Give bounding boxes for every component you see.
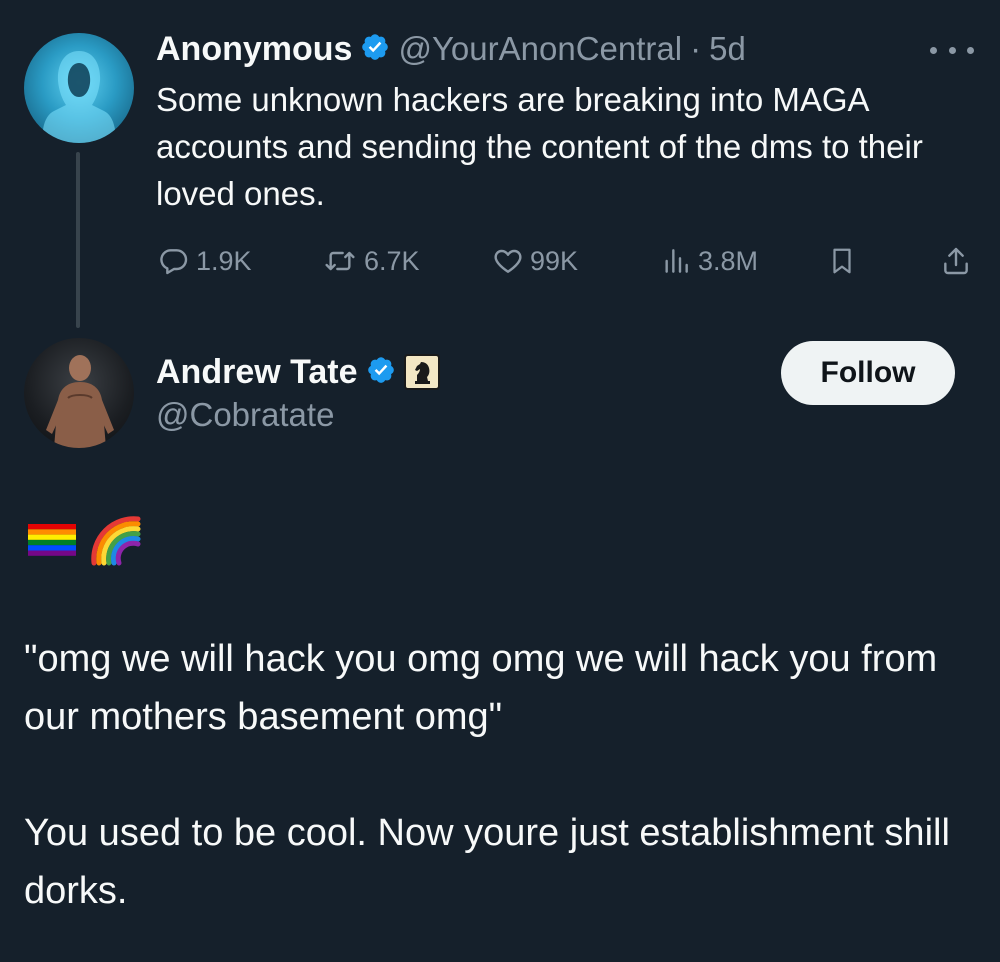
- person-photo-icon: [46, 355, 114, 448]
- display-name[interactable]: Andrew Tate: [156, 353, 358, 392]
- quote-text: "omg we will hack you omg omg we will ha…: [24, 638, 950, 912]
- handle[interactable]: @Cobratate: [156, 396, 334, 434]
- avatar[interactable]: [24, 338, 134, 448]
- quote-header: Andrew Tate: [156, 350, 440, 394]
- reply-count: 1.9K: [196, 245, 252, 276]
- timestamp[interactable]: 5d: [709, 30, 746, 68]
- display-name[interactable]: Anonymous: [156, 30, 352, 69]
- views-count: 3.8M: [698, 245, 759, 276]
- verified-badge-icon: [360, 32, 390, 67]
- views-chart-icon: [665, 249, 688, 273]
- time-separator: ·: [690, 30, 702, 67]
- repost-button[interactable]: 6.7K: [322, 242, 420, 280]
- verified-badge-icon: [366, 355, 396, 390]
- heart-icon: [494, 249, 522, 273]
- repost-count: 6.7K: [364, 245, 420, 276]
- chess-knight-badge-icon[interactable]: [403, 354, 440, 390]
- hooded-figure-icon: [42, 51, 116, 143]
- bookmark-button[interactable]: [827, 242, 857, 280]
- share-button[interactable]: [940, 242, 972, 280]
- rainbow-icon: [91, 516, 141, 566]
- share-icon: [944, 247, 968, 275]
- like-count: 99K: [530, 245, 579, 276]
- views-button[interactable]: 3.8M: [660, 242, 758, 280]
- reply-button[interactable]: 1.9K: [158, 242, 252, 280]
- like-button[interactable]: 99K: [492, 242, 578, 280]
- tweet-header: Anonymous @YourAnonCentral · 5d: [156, 28, 746, 70]
- thread-connector-line: [76, 152, 80, 328]
- follow-button[interactable]: Follow: [781, 341, 955, 405]
- reply-icon: [160, 249, 188, 275]
- more-icon[interactable]: [930, 36, 974, 64]
- repost-icon: [325, 251, 355, 271]
- rainbow-flag-icon: [28, 524, 76, 556]
- tweet-text: Some unknown hackers are breaking into M…: [156, 81, 923, 212]
- emoji-row: [28, 512, 142, 568]
- bookmark-icon: [833, 248, 851, 274]
- avatar[interactable]: [24, 33, 134, 143]
- handle[interactable]: @YourAnonCentral: [398, 30, 682, 68]
